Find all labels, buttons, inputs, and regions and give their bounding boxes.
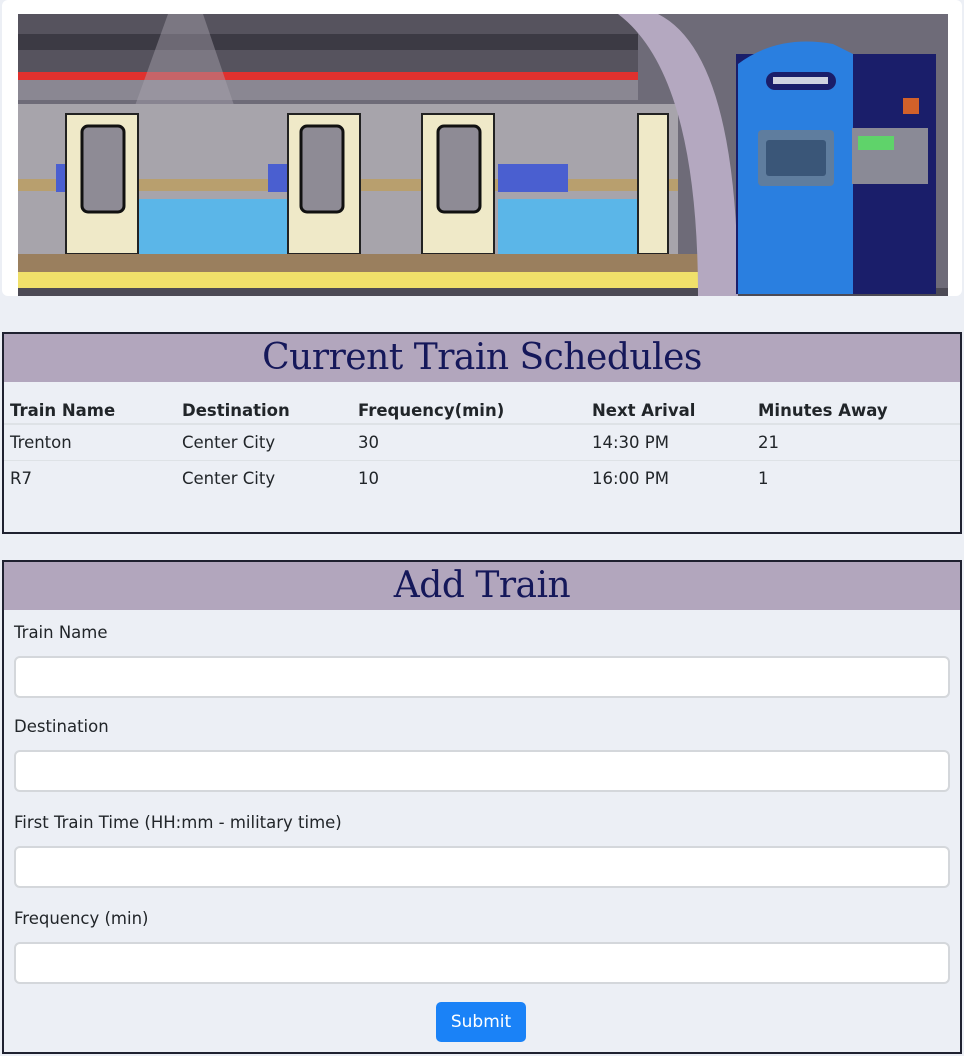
cell-train-name: Trenton bbox=[10, 432, 72, 452]
frequency-label: Frequency (min) bbox=[14, 909, 149, 928]
schedules-panel: Current Train Schedules Train Name Desti… bbox=[2, 332, 962, 534]
table-header-row: Train Name Destination Frequency(min) Ne… bbox=[4, 394, 960, 425]
cell-frequency: 30 bbox=[358, 432, 379, 452]
cell-destination: Center City bbox=[182, 432, 276, 452]
column-header-next-arrival: Next Arival bbox=[586, 394, 752, 425]
schedule-table: Train Name Destination Frequency(min) Ne… bbox=[4, 394, 960, 496]
frequency-input[interactable] bbox=[14, 942, 950, 984]
cell-minutes-away: 21 bbox=[758, 432, 779, 452]
frequency-group: Frequency (min) bbox=[14, 908, 950, 984]
submit-button[interactable]: Submit bbox=[436, 1002, 526, 1042]
destination-group: Destination bbox=[14, 716, 950, 792]
cell-next-arrival: 14:30 PM bbox=[592, 432, 669, 452]
table-row: Trenton Center City 30 14:30 PM 21 bbox=[4, 424, 960, 460]
train-name-label: Train Name bbox=[14, 623, 108, 642]
destination-input[interactable] bbox=[14, 750, 950, 792]
column-header-frequency: Frequency(min) bbox=[352, 394, 586, 425]
schedules-title: Current Train Schedules bbox=[4, 334, 960, 382]
destination-label: Destination bbox=[14, 717, 109, 736]
column-header-train-name: Train Name bbox=[4, 394, 176, 425]
column-header-minutes-away: Minutes Away bbox=[752, 394, 960, 425]
add-train-title: Add Train bbox=[4, 562, 960, 610]
train-name-group: Train Name bbox=[14, 622, 950, 698]
subway-train-illustration bbox=[18, 14, 948, 296]
train-name-input[interactable] bbox=[14, 656, 950, 698]
cell-train-name: R7 bbox=[4, 459, 176, 496]
first-train-time-input[interactable] bbox=[14, 846, 950, 888]
banner bbox=[2, 0, 962, 296]
cell-next-arrival: 16:00 PM bbox=[586, 459, 752, 496]
first-train-time-label: First Train Time (HH:mm - military time) bbox=[14, 813, 342, 832]
cell-destination: Center City bbox=[176, 459, 352, 496]
table-row: R7 Center City 10 16:00 PM 1 bbox=[4, 459, 960, 496]
cell-minutes-away: 1 bbox=[752, 459, 960, 496]
cell-frequency: 10 bbox=[352, 459, 586, 496]
column-header-destination: Destination bbox=[176, 394, 352, 425]
first-train-time-group: First Train Time (HH:mm - military time) bbox=[14, 812, 950, 888]
add-train-panel: Add Train Train Name Destination First T… bbox=[2, 560, 962, 1054]
